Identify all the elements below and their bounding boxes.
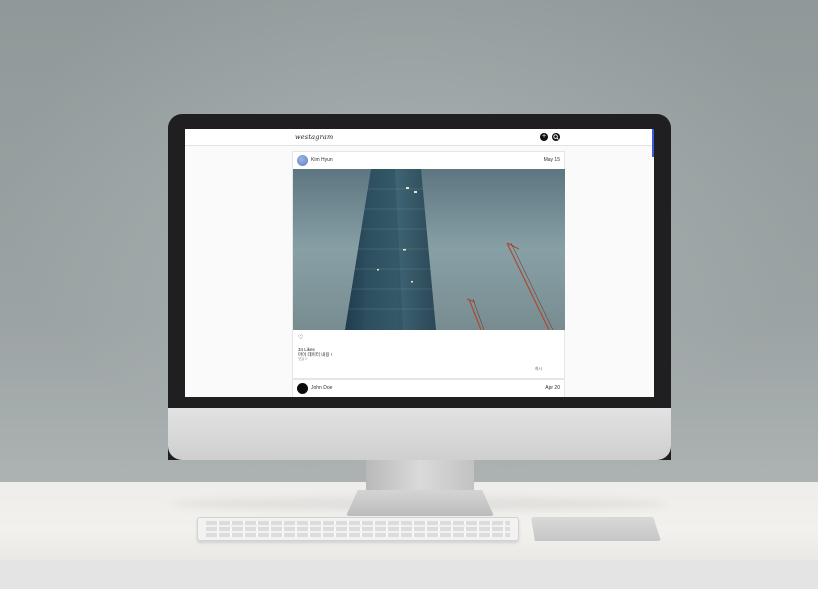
- trackpad: [531, 517, 661, 541]
- post-header: Kim Hyun May 15: [293, 152, 564, 169]
- heart-icon[interactable]: ♡: [298, 334, 303, 341]
- keyboard: [197, 517, 519, 541]
- feed-post: Kim Hyun May 15 ♡ 34 Likes 마이 데이터 내용 ! 댓…: [292, 151, 565, 379]
- post-meta[interactable]: 댓글 0: [298, 357, 307, 362]
- monitor-stand-neck: [366, 455, 474, 495]
- post-header: John Doe Apr 20: [293, 380, 564, 397]
- floor: [0, 560, 818, 589]
- post-date: May 15: [543, 157, 560, 163]
- screen: westagram + Kim Hyun May 15 ♡ 34 Likes 마…: [185, 129, 654, 397]
- post-image[interactable]: [293, 169, 565, 330]
- post-date: Apr 20: [545, 385, 560, 391]
- comment-submit-button[interactable]: 게시: [535, 366, 542, 372]
- avatar[interactable]: [297, 383, 308, 394]
- app-logo[interactable]: westagram: [295, 133, 333, 141]
- monitor-stand-base: [346, 490, 494, 516]
- scroll-accent: [652, 129, 654, 157]
- search-icon[interactable]: [552, 133, 560, 141]
- app-header: westagram +: [185, 129, 654, 146]
- post-body: ♡ 34 Likes 마이 데이터 내용 ! 댓글 0 게시: [293, 330, 564, 378]
- post-username[interactable]: Kim Hyun: [311, 157, 333, 163]
- post-username[interactable]: John Doe: [311, 385, 332, 391]
- plus-circle-icon[interactable]: +: [540, 133, 548, 141]
- avatar[interactable]: [297, 155, 308, 166]
- monitor-chin: [168, 408, 671, 460]
- feed-post: John Doe Apr 20: [292, 379, 565, 397]
